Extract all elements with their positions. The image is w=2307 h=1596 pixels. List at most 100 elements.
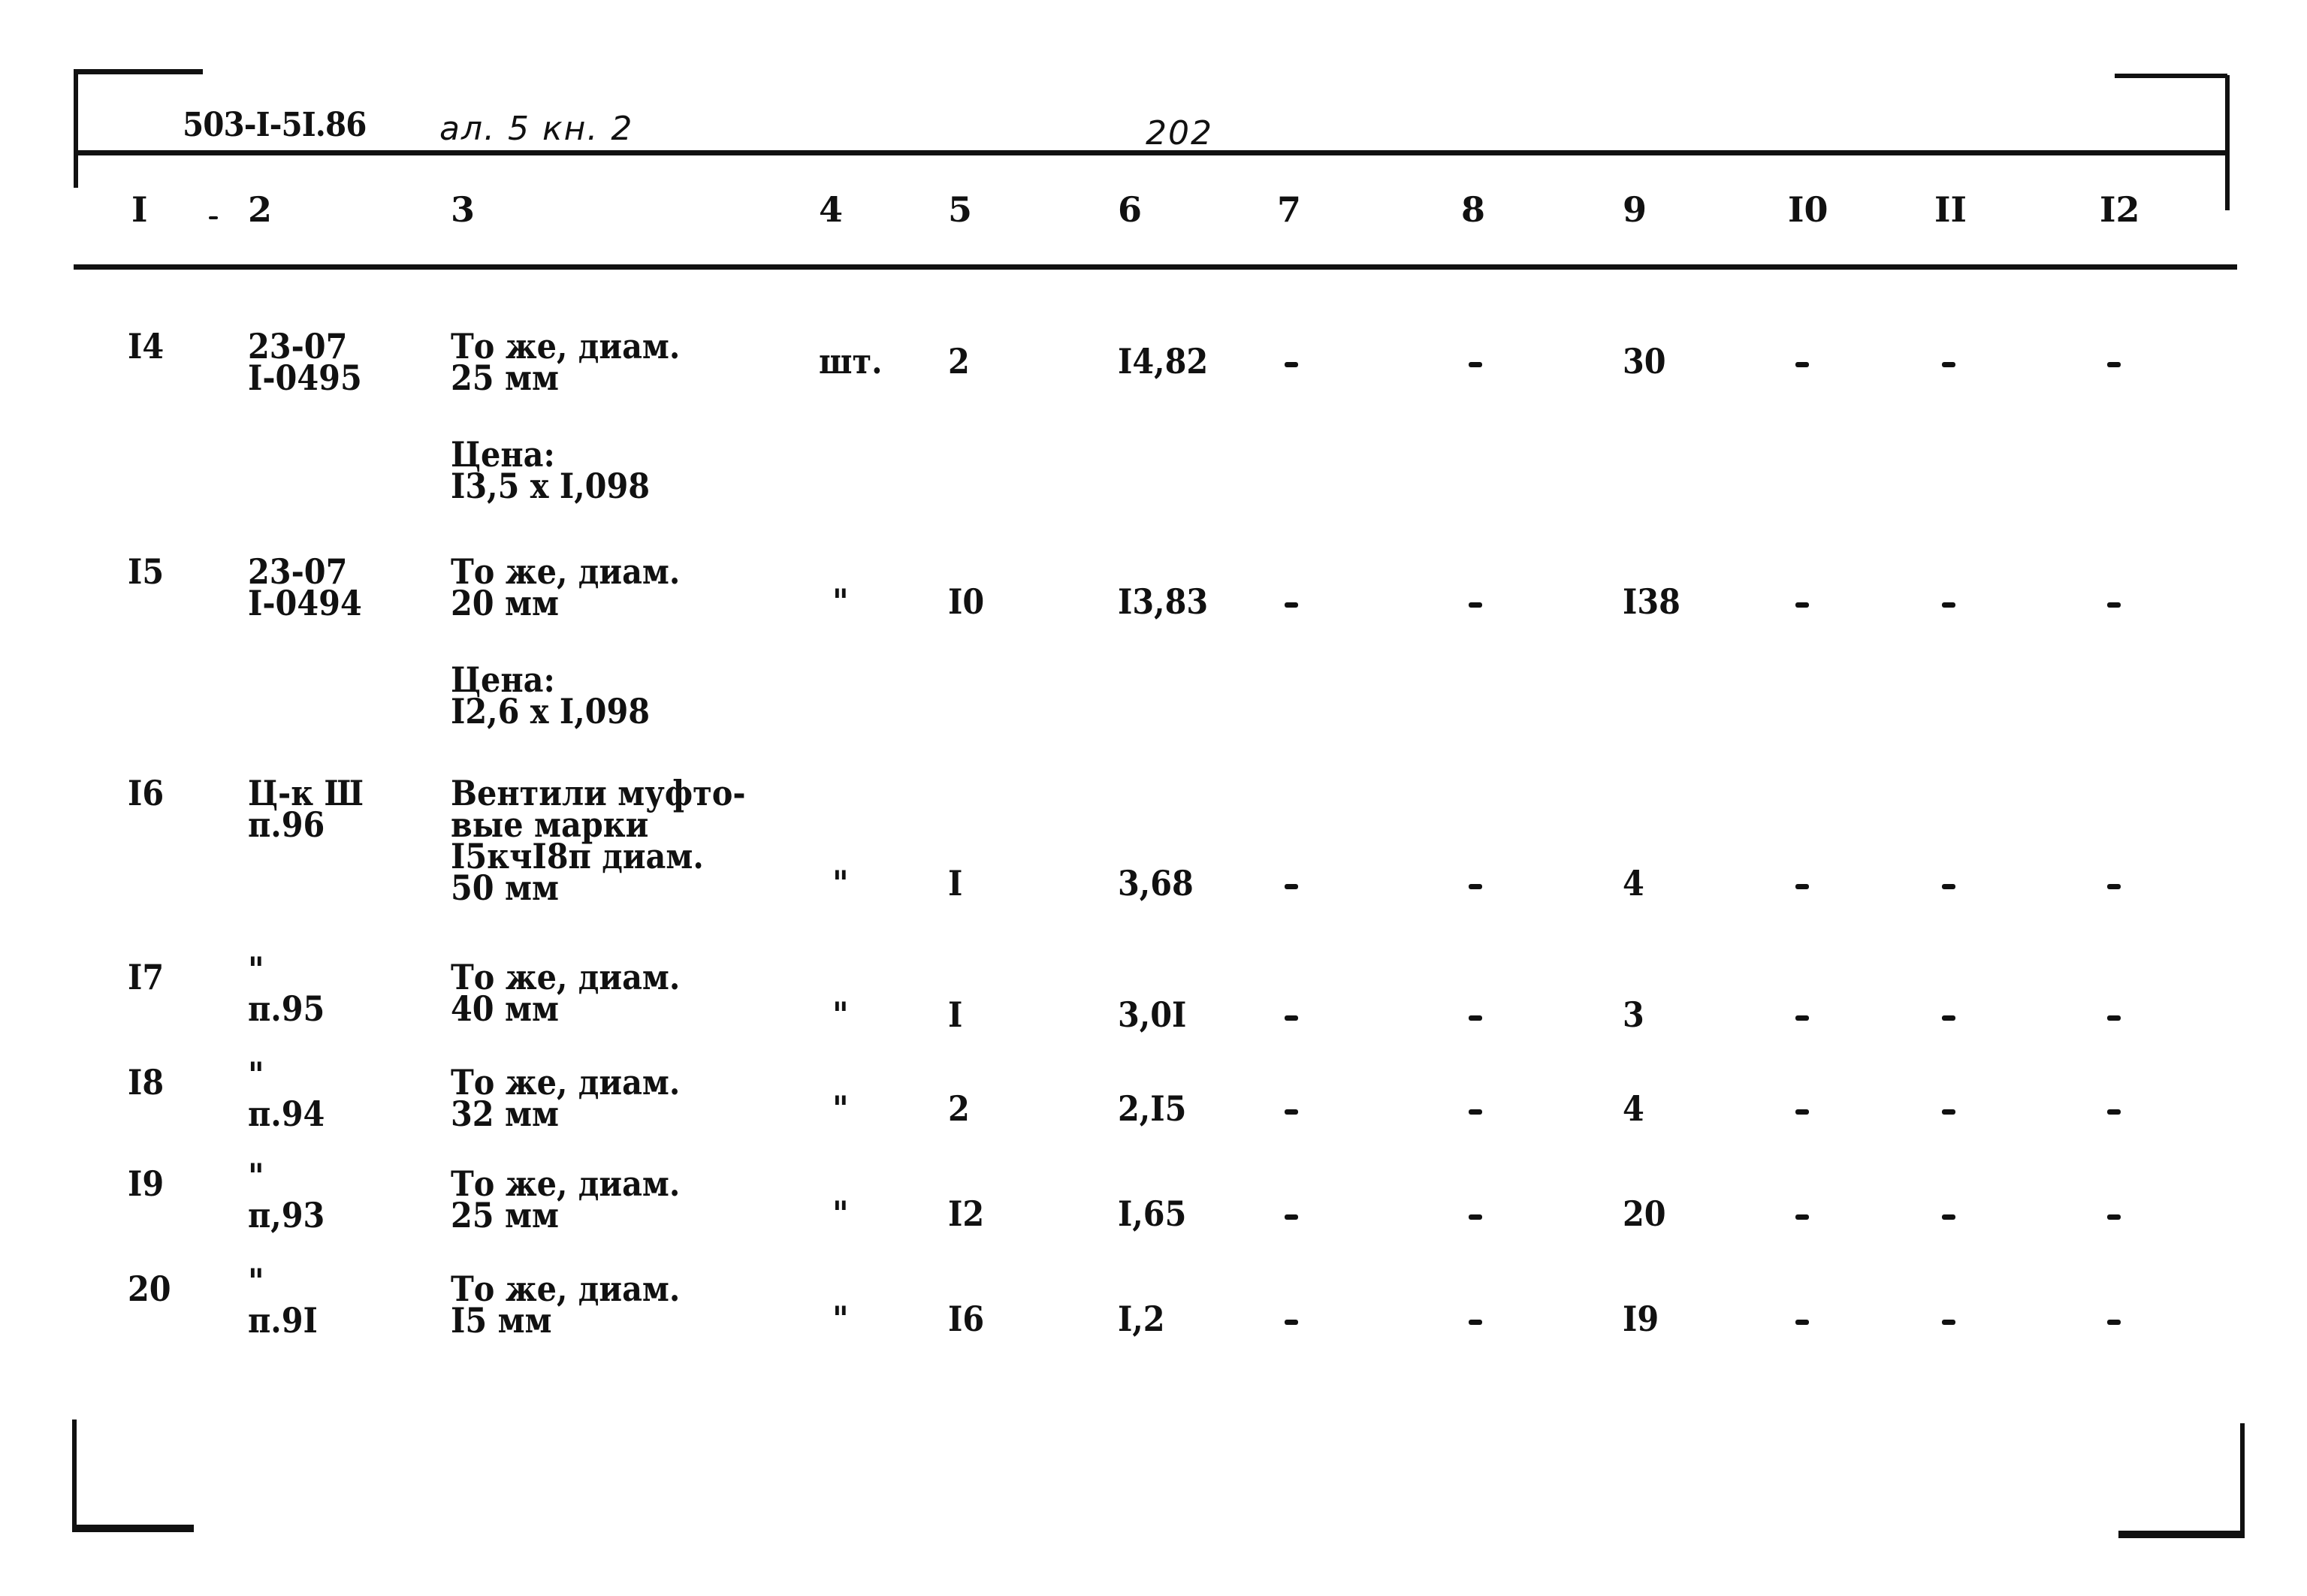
row-c8-dash — [1469, 362, 1482, 367]
row-c12-dash — [2107, 1320, 2121, 1325]
column-header-5: 5 — [948, 189, 973, 230]
column-header-10: I0 — [1788, 189, 1828, 230]
row-c12-dash — [2107, 1109, 2121, 1115]
row-number: I9 — [128, 1163, 165, 1204]
row-quantity: I — [948, 994, 963, 1035]
row-c12-dash — [2107, 602, 2121, 608]
row-description-line: 20 мм — [451, 583, 559, 623]
row-c8-dash — [1469, 602, 1482, 608]
row-c8-dash — [1469, 884, 1482, 889]
row-code-line: " — [248, 1156, 264, 1196]
row-c10-dash — [1795, 884, 1809, 889]
top-right-bracket-vertical — [2225, 75, 2230, 210]
row-unit: " — [832, 863, 849, 904]
row-quantity: I0 — [948, 581, 985, 622]
row-code-line: п,93 — [248, 1195, 325, 1235]
row-c10-dash — [1795, 1214, 1809, 1220]
row-unit: шт. — [819, 341, 883, 382]
row-c9: 20 — [1623, 1193, 1666, 1234]
bottom-left-bracket-vertical — [72, 1420, 77, 1532]
row-c12-dash — [2107, 362, 2121, 367]
row-c7-dash — [1285, 1320, 1298, 1325]
row-number: I6 — [128, 773, 165, 813]
row-c7-dash — [1285, 1214, 1298, 1220]
row-c10-dash — [1795, 602, 1809, 608]
row-c9: 4 — [1623, 863, 1644, 904]
row-code-line: п.9I — [248, 1300, 318, 1341]
row-code-line: п.96 — [248, 804, 325, 845]
row-c9: 4 — [1623, 1088, 1644, 1129]
row-c7-dash — [1285, 1109, 1298, 1115]
row-number: I8 — [128, 1062, 165, 1103]
row-quantity: I2 — [948, 1193, 985, 1234]
row-price: I,2 — [1118, 1299, 1165, 1339]
row-c11-dash — [1942, 1320, 1955, 1325]
row-c10-dash — [1795, 362, 1809, 367]
row-c7-dash — [1285, 602, 1298, 608]
row-unit: " — [832, 1299, 849, 1339]
row-code-line: " — [248, 1261, 264, 1302]
row-description-line: 40 мм — [451, 988, 559, 1029]
row-c12-dash — [2107, 884, 2121, 889]
column-header-11: II — [1934, 189, 1967, 230]
row-c9: I9 — [1623, 1299, 1659, 1339]
row-price: I,65 — [1118, 1193, 1187, 1234]
row-c10-dash — [1795, 1320, 1809, 1325]
row-number: I4 — [128, 326, 165, 367]
row-c11-dash — [1942, 1109, 1955, 1115]
row-c10-dash — [1795, 1109, 1809, 1115]
row-c8-dash — [1469, 1214, 1482, 1220]
row-unit: " — [832, 994, 849, 1035]
row-c7-dash — [1285, 884, 1298, 889]
row-c11-dash — [1942, 602, 1955, 608]
row-quantity: 2 — [948, 1088, 970, 1129]
row-c10-dash — [1795, 1015, 1809, 1021]
handwritten-reference: ал. 5 кн. 2 — [439, 110, 634, 148]
row-c9: I38 — [1623, 581, 1680, 622]
row-c8-dash — [1469, 1320, 1482, 1325]
row-quantity: 2 — [948, 341, 970, 382]
row-c8-dash — [1469, 1109, 1482, 1115]
row-c12-dash — [2107, 1214, 2121, 1220]
row-c11-dash — [1942, 884, 1955, 889]
row-quantity: I6 — [948, 1299, 985, 1339]
row-description-line: 50 мм — [451, 867, 559, 908]
row-c11-dash — [1942, 362, 1955, 367]
row-unit: " — [832, 581, 849, 622]
row-code-line: " — [248, 949, 264, 990]
bottom-right-bracket-horizontal — [2118, 1531, 2245, 1538]
row-c9: 3 — [1623, 994, 1644, 1035]
row-number: I7 — [128, 957, 165, 997]
row-c9: 30 — [1623, 341, 1666, 382]
row-c12-dash — [2107, 1015, 2121, 1021]
row-description-line: 32 мм — [451, 1094, 559, 1134]
row-unit: " — [832, 1193, 849, 1234]
row-code-line: " — [248, 1054, 264, 1095]
column-header-8: 8 — [1461, 189, 1486, 230]
top-left-bracket-horizontal — [74, 69, 203, 74]
page-number: 202 — [1146, 114, 1213, 152]
column-header-9: 9 — [1623, 189, 1647, 230]
row-code-line: I-0495 — [248, 358, 362, 398]
row-c11-dash — [1942, 1015, 1955, 1021]
row-code-line: I-0494 — [248, 583, 362, 623]
row-price: I4,82 — [1118, 341, 1209, 382]
bottom-right-bracket-vertical — [2240, 1423, 2245, 1536]
column-header-6: 6 — [1118, 189, 1143, 230]
row-c7-dash — [1285, 1015, 1298, 1021]
row-quantity: I — [948, 863, 963, 904]
header-dash-mark — [209, 216, 218, 219]
row-description-line: 25 мм — [451, 358, 559, 398]
row-price-note-line: I3,5 x I,098 — [451, 466, 651, 506]
row-code-line: п.95 — [248, 988, 325, 1029]
row-code-line: п.94 — [248, 1094, 325, 1134]
column-header-rule — [74, 264, 2237, 270]
row-price: 2,I5 — [1118, 1088, 1187, 1129]
column-header-7: 7 — [1277, 189, 1302, 230]
document-code: 503-I-5I.86 — [183, 106, 367, 144]
row-number: 20 — [128, 1269, 171, 1309]
column-header-3: 3 — [451, 189, 476, 230]
row-c11-dash — [1942, 1214, 1955, 1220]
column-header-1: I — [131, 189, 148, 230]
row-description-line: I5 мм — [451, 1300, 552, 1341]
